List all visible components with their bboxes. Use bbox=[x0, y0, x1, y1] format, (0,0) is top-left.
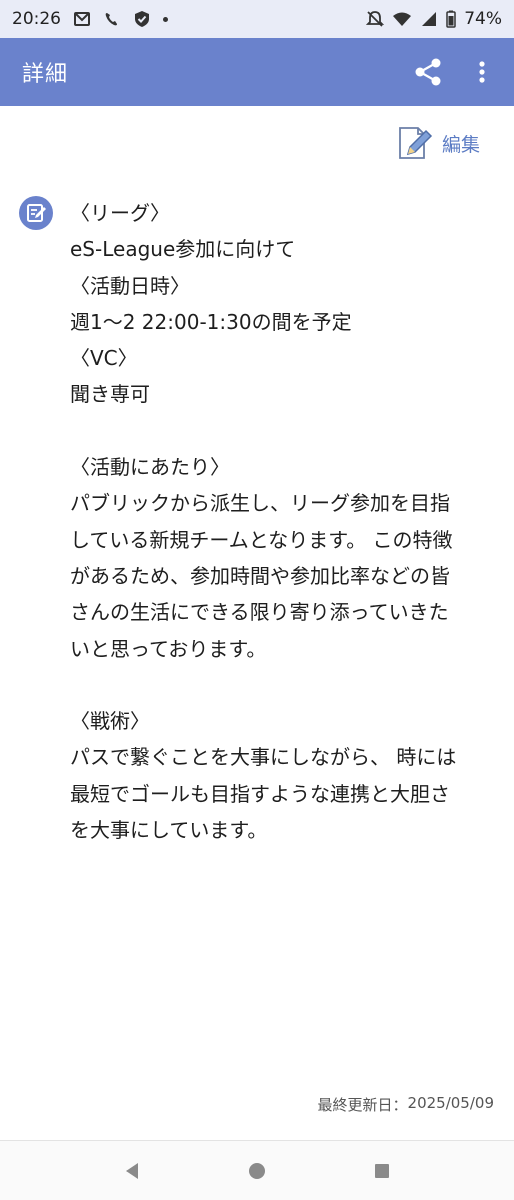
content-line: している新規チームとなります。 この特徴 bbox=[70, 527, 453, 552]
status-left: 20:26 bbox=[12, 9, 168, 29]
edit-button[interactable]: 編集 bbox=[396, 124, 480, 162]
content-line: さんの生活にできる限り寄り添っていきた bbox=[70, 600, 449, 625]
notification-dot-icon bbox=[163, 16, 168, 22]
recents-icon bbox=[374, 1163, 389, 1178]
note-edit-icon bbox=[19, 196, 53, 230]
mute-icon bbox=[366, 11, 385, 27]
nav-back-button[interactable] bbox=[112, 1151, 152, 1191]
content-line: があるため、参加時間や参加比率などの皆 bbox=[70, 563, 450, 588]
share-icon bbox=[415, 58, 441, 86]
wifi-icon bbox=[393, 12, 412, 26]
content-line: 〈戦術〉 bbox=[70, 709, 150, 734]
detail-content: 〈リーグ〉 eS-League参加に向けて 〈活動日時〉 週1〜2 22:00-… bbox=[70, 195, 500, 848]
last-updated: 最終更新日： 2025/05/09 bbox=[318, 1094, 494, 1115]
app-bar: 詳細 bbox=[0, 38, 514, 106]
content-line: 〈活動日時〉 bbox=[70, 273, 190, 298]
nav-home-button[interactable] bbox=[237, 1151, 277, 1191]
status-right: 74% bbox=[366, 9, 502, 29]
content-line: 最短でゴールも目指すような連携と大胆さ bbox=[70, 781, 450, 806]
content-line: 〈VC〉 bbox=[70, 346, 138, 371]
more-vert-icon bbox=[479, 61, 485, 83]
content-line: パブリックから派生し、リーグ参加を目指 bbox=[70, 491, 450, 516]
app-actions bbox=[412, 52, 492, 92]
signal-icon bbox=[422, 12, 437, 26]
page-title: 詳細 bbox=[22, 62, 69, 87]
share-button[interactable] bbox=[412, 52, 444, 92]
content-line: いと思っております。 bbox=[70, 636, 267, 661]
content-line: を大事にしています。 bbox=[70, 818, 268, 843]
content-line: パスで繋ぐことを大事にしながら、 時には bbox=[70, 745, 457, 770]
wifi-call-icon bbox=[105, 13, 117, 26]
edit-label: 編集 bbox=[441, 133, 480, 156]
home-icon bbox=[248, 1162, 265, 1179]
battery-icon bbox=[446, 10, 456, 28]
edit-document-icon bbox=[399, 127, 433, 159]
content-line: eS-League参加に向けて bbox=[70, 237, 296, 262]
content-line: 〈リーグ〉 bbox=[70, 201, 170, 225]
note-pencil-icon bbox=[27, 204, 46, 222]
content-line: 聞き専可 bbox=[70, 382, 150, 407]
updated-date: 2025/05/09 bbox=[407, 1094, 494, 1112]
battery-percent: 74% bbox=[464, 9, 502, 29]
back-icon bbox=[126, 1162, 139, 1179]
more-options-button[interactable] bbox=[472, 52, 492, 92]
content-line: 週1〜2 22:00-1:30の間を予定 bbox=[70, 309, 352, 334]
content-line: 〈活動にあたり〉 bbox=[70, 455, 230, 480]
mail-icon bbox=[74, 12, 90, 26]
status-bar: 20:26 74% bbox=[0, 0, 514, 38]
system-nav-bar bbox=[0, 1141, 514, 1200]
status-time: 20:26 bbox=[12, 9, 61, 29]
shield-check-icon bbox=[135, 11, 149, 27]
updated-label: 最終更新日： bbox=[317, 1096, 408, 1114]
nav-recents-button[interactable] bbox=[362, 1151, 402, 1191]
